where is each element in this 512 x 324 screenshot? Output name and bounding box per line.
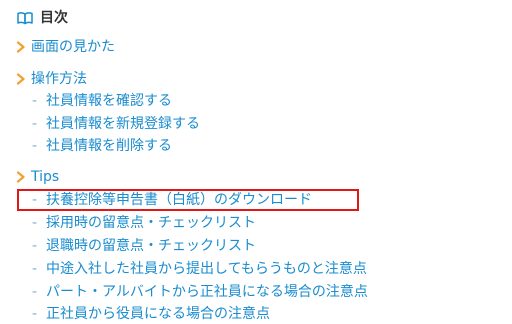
bullet-dash: - (32, 116, 38, 132)
book-open-icon (17, 12, 33, 25)
toc-item-label: 正社員から役員になる場合の注意点 (46, 306, 270, 322)
toc-item-label: パート・アルバイトから正社員になる場合の注意点 (46, 284, 368, 300)
toc-section-label: 画面の見かた (31, 39, 115, 55)
toc-item-label: 退職時の留意点・チェックリスト (46, 238, 256, 254)
toc-item-midcareer-documents[interactable]: - 中途入社した社員から提出してもらうものと注意点 (32, 259, 367, 279)
toc-header: 目次 (17, 8, 68, 28)
bullet-dash: - (32, 238, 38, 254)
bullet-dash: - (32, 215, 38, 231)
toc-item-employee-to-executive[interactable]: - 正社員から役員になる場合の注意点 (32, 304, 270, 324)
toc-item-parttime-to-fulltime[interactable]: - パート・アルバイトから正社員になる場合の注意点 (32, 282, 368, 302)
toc-item-label: 採用時の留意点・チェックリスト (46, 215, 256, 231)
bullet-dash: - (32, 284, 38, 300)
toc-section-operations[interactable]: 操作方法 (16, 69, 87, 89)
toc-item-hiring-checklist[interactable]: - 採用時の留意点・チェックリスト (32, 213, 256, 233)
bullet-dash: - (32, 192, 38, 208)
toc-section-label: 操作方法 (31, 71, 87, 87)
bullet-dash: - (32, 306, 38, 322)
toc-title: 目次 (40, 10, 68, 26)
bullet-dash: - (32, 93, 38, 109)
toc-item-view-employee[interactable]: - 社員情報を確認する (32, 91, 172, 111)
chevron-right-icon (16, 41, 25, 53)
bullet-dash: - (32, 138, 38, 154)
toc-item-label: 社員情報を削除する (46, 138, 172, 154)
bullet-dash: - (32, 261, 38, 277)
chevron-right-icon (16, 171, 25, 183)
toc-item-register-employee[interactable]: - 社員情報を新規登録する (32, 114, 200, 134)
toc-section-screen-overview[interactable]: 画面の見かた (16, 37, 115, 57)
toc-item-retirement-checklist[interactable]: - 退職時の留意点・チェックリスト (32, 236, 256, 256)
chevron-right-icon (16, 73, 25, 85)
table-of-contents: 目次 画面の見かた 操作方法 - 社員情報を確認する - 社員情報を新規登録する… (0, 0, 512, 322)
toc-item-delete-employee[interactable]: - 社員情報を削除する (32, 136, 172, 156)
toc-item-label: 扶養控除等申告書（白紙）のダウンロード (46, 192, 312, 208)
toc-item-label: 中途入社した社員から提出してもらうものと注意点 (46, 261, 367, 277)
toc-section-label: Tips (31, 169, 60, 185)
toc-item-label: 社員情報を確認する (46, 93, 172, 109)
toc-section-tips[interactable]: Tips (16, 167, 59, 187)
toc-item-dependent-form-download[interactable]: - 扶養控除等申告書（白紙）のダウンロード (32, 190, 312, 210)
toc-item-label: 社員情報を新規登録する (46, 116, 200, 132)
